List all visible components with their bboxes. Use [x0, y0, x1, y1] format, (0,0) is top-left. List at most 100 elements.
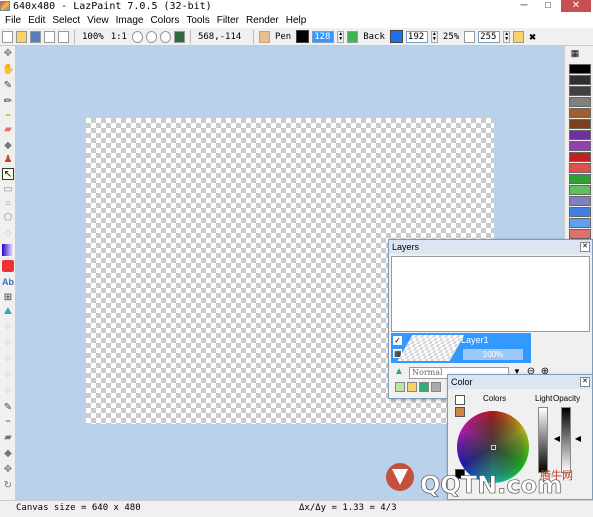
merge-layer-icon[interactable] — [431, 382, 441, 392]
zoom-in-icon[interactable] — [131, 30, 143, 43]
color-mode-icon[interactable] — [455, 407, 465, 417]
back-alpha-input[interactable]: 192 — [405, 30, 428, 43]
tolerance-value[interactable]: 25% — [441, 31, 461, 43]
folder-icon[interactable] — [513, 30, 525, 43]
palette-menu-icon[interactable]: ▦ — [569, 47, 581, 59]
polygon-tool-icon[interactable]: ⬠ — [2, 212, 14, 224]
opacity-slider[interactable] — [561, 407, 571, 473]
palette-swatch[interactable] — [569, 196, 591, 206]
rotate-selection-icon[interactable]: ↻ — [2, 480, 14, 492]
grid-icon[interactable] — [173, 30, 185, 43]
palette-swatch[interactable] — [569, 218, 591, 228]
swap-colors-icon[interactable] — [347, 30, 359, 43]
eraser-tool-icon[interactable]: ▰ — [2, 124, 14, 136]
select-spline-icon[interactable]: ⁘ — [2, 370, 14, 382]
palette-swatch[interactable] — [569, 185, 591, 195]
select-pen-icon[interactable]: ✎ — [2, 402, 14, 414]
opacity-spinner[interactable]: ▲ ▼ — [503, 30, 511, 43]
select-poly-icon[interactable]: ⁘ — [2, 354, 14, 366]
pen-color-swatch[interactable] — [296, 30, 310, 43]
palette-swatch[interactable] — [569, 152, 591, 162]
palette-swatch[interactable] — [569, 97, 591, 107]
color-wheel[interactable] — [457, 411, 529, 483]
palette-swatch[interactable] — [569, 86, 591, 96]
color-close-button[interactable]: ✕ — [580, 377, 590, 387]
opacity-input[interactable]: 255 — [478, 30, 501, 43]
palette-swatch[interactable] — [569, 130, 591, 140]
grid-deform-icon[interactable]: ⊞ — [2, 292, 14, 304]
load-layer-icon[interactable] — [407, 382, 417, 392]
close-button[interactable]: ✕ — [561, 0, 591, 12]
minimize-button[interactable]: ─ — [513, 0, 535, 12]
magic-wand-icon[interactable]: ⁘ — [2, 386, 14, 398]
layer-opacity[interactable]: 100% — [463, 349, 523, 360]
zoom-ratio-button[interactable]: 1:1 — [109, 31, 129, 43]
menu-filter[interactable]: Filter — [215, 14, 244, 28]
menu-help[interactable]: Help — [284, 14, 312, 28]
palette-swatch[interactable] — [569, 108, 591, 118]
save-icon[interactable] — [30, 30, 41, 43]
select-ellipse-icon[interactable]: ⁘ — [2, 338, 14, 350]
paste-icon[interactable] — [58, 30, 69, 43]
menu-colors[interactable]: Colors — [148, 14, 184, 28]
select-pen-tool-icon[interactable]: ↖ — [2, 168, 14, 180]
color-picker-icon[interactable]: ✎ — [2, 80, 14, 92]
palette-swatch[interactable] — [569, 119, 591, 129]
clone-tool-icon[interactable]: ♟ — [2, 154, 14, 166]
close-tools-icon[interactable]: ✖ — [527, 31, 538, 43]
gradient-tool-icon[interactable] — [2, 244, 14, 256]
hand-tool-icon[interactable]: ✋ — [2, 64, 14, 76]
fill-tool-icon[interactable]: ◆ — [2, 140, 14, 152]
menu-render[interactable]: Render — [244, 14, 284, 28]
copy-icon[interactable] — [44, 30, 55, 43]
move-selection-icon[interactable]: ✥ — [2, 464, 14, 476]
text-tool-icon[interactable]: Ab — [2, 276, 14, 288]
brush-tool-icon[interactable]: ⌁ — [2, 110, 14, 122]
select-fill-icon[interactable]: ◆ — [2, 448, 14, 460]
move-icon[interactable]: ✥ — [2, 48, 14, 60]
layer-name[interactable]: Layer1 — [461, 335, 489, 345]
palette-swatch[interactable] — [569, 229, 591, 239]
palette-swatch[interactable] — [569, 174, 591, 184]
phong-tool-icon[interactable] — [2, 260, 14, 272]
palette-swatch[interactable] — [569, 64, 591, 74]
hand-icon[interactable] — [258, 30, 270, 43]
pen-alpha-input[interactable]: 128 — [312, 30, 335, 43]
zoom-fit-icon[interactable] — [159, 30, 171, 43]
menu-file[interactable]: File — [3, 14, 26, 28]
menu-edit[interactable]: Edit — [26, 14, 50, 28]
open-folder-icon[interactable] — [16, 30, 27, 43]
palette-swatch[interactable] — [569, 207, 591, 217]
back-color-swatch[interactable] — [389, 30, 403, 43]
pen-tool-icon[interactable]: ✏ — [2, 96, 14, 108]
menu-select[interactable]: Select — [50, 14, 85, 28]
zoom-out-icon[interactable] — [145, 30, 157, 43]
palette-swatch[interactable] — [569, 75, 591, 85]
menu-view[interactable]: View — [85, 14, 114, 28]
layer-visible-checkbox[interactable]: ✓ — [393, 336, 402, 345]
spline-tool-icon[interactable]: ◌ — [2, 228, 14, 240]
palette-swatch[interactable] — [569, 141, 591, 151]
duplicate-layer-icon[interactable] — [419, 382, 429, 392]
new-layer-icon[interactable] — [395, 382, 405, 392]
select-brush-icon[interactable]: ⌁ — [2, 416, 14, 428]
layer-row[interactable]: ✓ ▦ Layer1 100% — [391, 333, 531, 363]
select-eraser-icon[interactable]: ▰ — [2, 432, 14, 444]
maximize-button[interactable]: □ — [537, 0, 559, 12]
color-wheel-cursor[interactable] — [491, 445, 496, 450]
menu-image[interactable]: Image — [114, 14, 149, 28]
new-file-icon[interactable] — [2, 30, 13, 43]
menu-tools[interactable]: Tools — [184, 14, 214, 28]
zoom-level[interactable]: 100% — [80, 31, 106, 43]
layer-effect-icon[interactable]: ▲ — [393, 366, 405, 378]
ellipse-tool-icon[interactable]: ○ — [2, 198, 14, 210]
lightness-slider[interactable] — [538, 407, 548, 473]
current-color-swatch[interactable] — [455, 469, 465, 479]
back-alpha-spinner[interactable]: ▲ ▼ — [430, 30, 438, 43]
palette-swatch[interactable] — [569, 163, 591, 173]
select-rect-icon[interactable]: ⁘ — [2, 322, 14, 334]
layers-close-button[interactable]: ✕ — [580, 242, 590, 252]
perspective-tool-icon[interactable]: ⛰ — [2, 306, 14, 318]
rectangle-tool-icon[interactable]: ▭ — [2, 184, 14, 196]
pen-alpha-spinner[interactable]: ▲ ▼ — [337, 30, 345, 43]
